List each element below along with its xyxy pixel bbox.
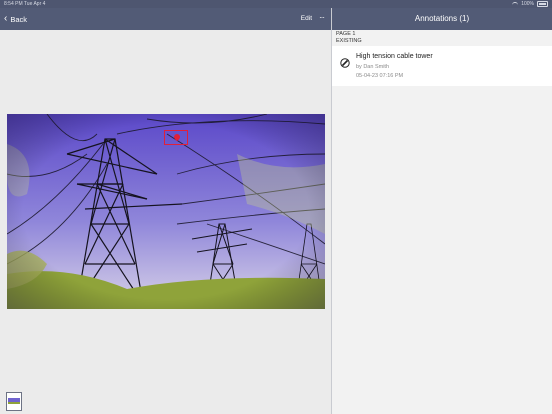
map-pin-icon xyxy=(172,132,182,142)
status-indicators: 100% xyxy=(512,0,548,8)
page-thumbnail[interactable] xyxy=(6,392,22,411)
back-label: Back xyxy=(10,14,28,24)
chevron-left-icon: ‹ xyxy=(4,12,8,24)
annotation-date: 05-04-23 07:16 PM xyxy=(356,73,404,79)
status-time: 8:54 PM Tue Apr 4 xyxy=(4,1,46,7)
back-button[interactable]: ‹ Back xyxy=(4,8,27,30)
annotations-title: Annotations (1) xyxy=(414,14,470,23)
pen-icon xyxy=(340,58,350,68)
thumbnail-image xyxy=(7,393,21,410)
annotation-title: High tension cable tower xyxy=(356,53,433,60)
annotations-header: Annotations (1) xyxy=(332,8,552,30)
section-header: PAGE 1 EXISTING xyxy=(336,31,362,44)
annotation-author: by Dan Smith xyxy=(356,64,390,70)
battery-icon xyxy=(537,1,548,7)
document-nav-bar: ‹ Back Edit ··· xyxy=(0,8,331,30)
status-bar: 8:54 PM Tue Apr 4 100% xyxy=(0,0,552,8)
annotation-marker[interactable] xyxy=(164,130,188,145)
annotation-list-item[interactable]: High tension cable tower by Dan Smith 05… xyxy=(332,46,552,86)
edit-button[interactable]: Edit xyxy=(301,8,312,30)
wifi-icon xyxy=(512,1,519,7)
annotations-panel: PAGE 1 EXISTING High tension cable tower… xyxy=(332,30,552,414)
group-label: EXISTING xyxy=(336,37,362,44)
more-options-button[interactable]: ··· xyxy=(319,8,325,30)
battery-percent: 100% xyxy=(521,1,534,7)
